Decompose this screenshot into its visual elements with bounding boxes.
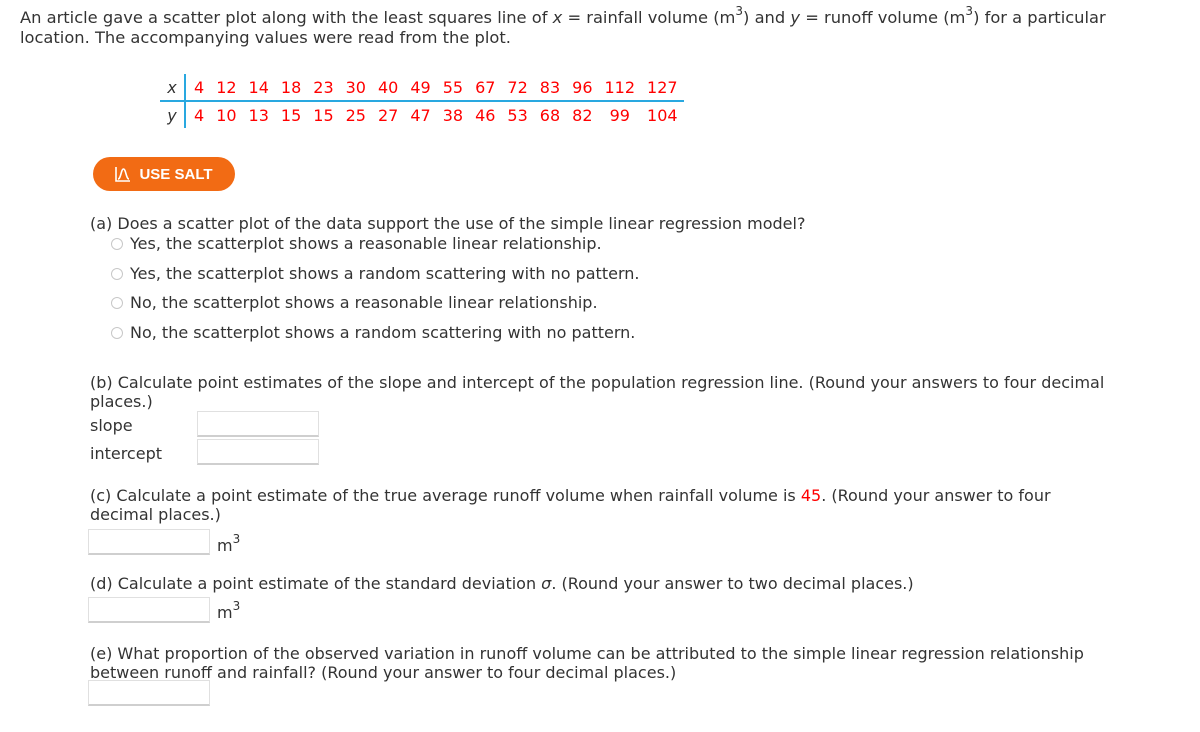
- part-a-option-4[interactable]: No, the scatterplot shows a random scatt…: [111, 323, 635, 342]
- radio-button[interactable]: [111, 296, 123, 309]
- use-salt-label: USE SALT: [139, 165, 213, 183]
- x-value: 55: [436, 74, 470, 102]
- rainfall-value: 45: [800, 486, 822, 505]
- slope-label: slope: [90, 416, 133, 435]
- x-value: 14: [242, 74, 275, 102]
- y-value: 82: [572, 105, 593, 125]
- radio-button[interactable]: [111, 237, 123, 250]
- x-value: 18: [274, 74, 308, 102]
- y-label: y: [160, 101, 186, 128]
- intro-line-2: location. The accompanying values were r…: [20, 28, 511, 47]
- proportion-input[interactable]: [88, 680, 210, 706]
- part-a-option-3[interactable]: No, the scatterplot shows a reasonable l…: [111, 293, 598, 312]
- x-row: x 4 12 14 18 23 30 40 49 55 67 72 83 96 112 127: [160, 74, 684, 102]
- salt-chart-icon: [115, 166, 131, 182]
- y-value: 68: [539, 105, 561, 125]
- std-dev-input[interactable]: [88, 597, 210, 623]
- y-value: 4: [194, 105, 205, 125]
- part-a-option-2[interactable]: Yes, the scatterplot shows a random scat…: [111, 264, 639, 283]
- x-value: 4: [185, 74, 211, 102]
- y-value: 25: [345, 105, 366, 125]
- radio-button[interactable]: [111, 267, 123, 280]
- y-value: 47: [410, 105, 431, 125]
- part-b-question: (b) Calculate point estimates of the slo…: [90, 373, 1105, 411]
- intercept-label: intercept: [90, 444, 162, 463]
- unit-label: m3: [217, 599, 241, 622]
- x-value: 67: [469, 74, 502, 102]
- x-value: 40: [371, 74, 405, 102]
- x-value: 49: [404, 74, 437, 102]
- y-value: 15: [280, 105, 302, 125]
- radio-button[interactable]: [111, 326, 123, 339]
- y-value: 10: [216, 105, 237, 125]
- problem-intro: An article gave a scatter plot along wit…: [20, 4, 1200, 48]
- part-d-question: (d) Calculate a point estimate of the st…: [90, 574, 914, 593]
- y-value: 53: [507, 105, 528, 125]
- y-value: 13: [248, 105, 269, 125]
- y-value: 27: [377, 105, 399, 125]
- y-value: 15: [313, 105, 334, 125]
- sigma-symbol: σ: [541, 574, 552, 593]
- y-row: y 4 10 13 15 15 25 27 47 38 46 53 68 82 99 104: [160, 101, 684, 128]
- slope-input[interactable]: [197, 411, 319, 437]
- x-value: 12: [210, 74, 243, 102]
- part-a-question: (a) Does a scatter plot of the data supp…: [90, 214, 806, 233]
- part-a-option-1[interactable]: Yes, the scatterplot shows a reasonable …: [111, 234, 602, 253]
- y-value: 46: [475, 105, 496, 125]
- x-value: 112: [598, 74, 642, 102]
- x-value: 23: [307, 74, 340, 102]
- y-value: 99: [609, 105, 630, 125]
- x-value: 127: [641, 74, 684, 102]
- x-label: x: [160, 74, 186, 102]
- part-c-question: (c) Calculate a point estimate of the tr…: [90, 486, 1051, 524]
- x-value: 83: [533, 74, 567, 102]
- y-value: 38: [442, 105, 464, 125]
- unit-label: m3: [217, 532, 241, 555]
- y-value: 104: [647, 105, 678, 125]
- intro-line-1: An article gave a scatter plot along wit…: [20, 4, 1106, 27]
- part-e-question: (e) What proportion of the observed vari…: [90, 644, 1084, 682]
- data-table: x 4 12 14 18 23 30 40 49 55 67 72 83 96 112 127 y 4 10 1…: [160, 74, 684, 128]
- use-salt-button[interactable]: USE SALT: [93, 157, 235, 191]
- runoff-estimate-input[interactable]: [88, 529, 210, 555]
- intercept-input[interactable]: [197, 439, 319, 465]
- x-value: 96: [566, 74, 599, 102]
- x-value: 72: [501, 74, 534, 102]
- x-value: 30: [339, 74, 372, 102]
